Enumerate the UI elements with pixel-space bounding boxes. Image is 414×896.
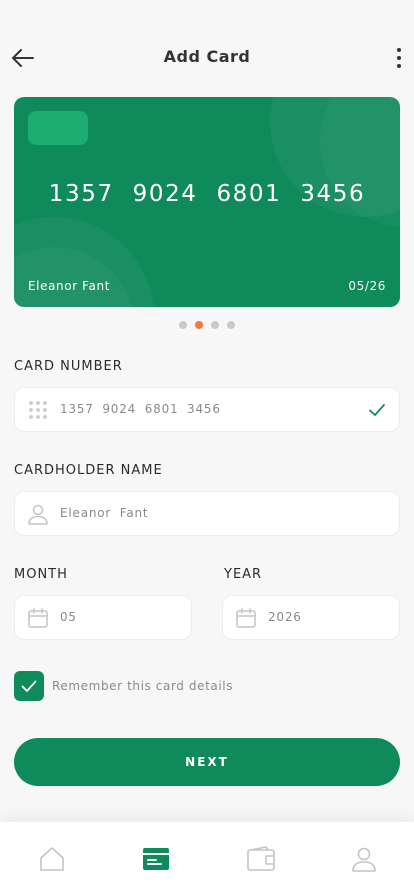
more-dot-icon: [397, 64, 401, 68]
year-label: YEAR: [224, 567, 263, 582]
more-dot-icon: [397, 48, 401, 52]
user-icon: [28, 504, 48, 525]
page-title: Add Card: [163, 47, 251, 66]
checkmark-icon: [369, 404, 385, 416]
card-number-value: 1357 9024 6801 3456: [60, 402, 221, 416]
user-icon: [352, 847, 376, 872]
card-pagination: [0, 321, 414, 329]
tab-wallet[interactable]: [246, 844, 276, 874]
bottom-tab-bar: [0, 822, 414, 896]
card-number-field[interactable]: 1357 9024 6801 3456: [14, 387, 400, 432]
tab-home[interactable]: [37, 844, 67, 874]
cardholder-label: CARDHOLDER NAME: [14, 463, 163, 478]
more-options-button[interactable]: [392, 45, 406, 71]
card-icon: [143, 848, 169, 870]
pagination-dot[interactable]: [227, 321, 235, 329]
checkmark-icon: [21, 680, 37, 692]
calendar-icon: [28, 608, 48, 628]
remember-label: Remember this card details: [52, 679, 234, 693]
month-label: MONTH: [14, 567, 68, 582]
month-value: 05: [60, 610, 77, 624]
more-dot-icon: [397, 56, 401, 60]
cardholder-value: Eleanor Fant: [60, 506, 149, 520]
cardholder-field[interactable]: Eleanor Fant: [14, 491, 400, 536]
year-value: 2026: [268, 610, 302, 624]
card-number-label: CARD NUMBER: [14, 359, 123, 374]
card-preview-number: 1357 9024 6801 3456: [48, 181, 366, 207]
year-field[interactable]: 2026: [222, 595, 400, 640]
wallet-icon: [247, 846, 275, 871]
tab-profile[interactable]: [349, 844, 379, 874]
tab-cards[interactable]: [141, 844, 171, 874]
card-chip: [28, 111, 88, 145]
card-preview-holder: Eleanor Fant: [28, 279, 111, 293]
pagination-dot[interactable]: [211, 321, 219, 329]
card-preview-expiry: 05/26: [348, 279, 386, 293]
remember-checkbox[interactable]: [14, 671, 44, 701]
keypad-icon: [29, 401, 47, 419]
card-preview: 1357 9024 6801 3456 Eleanor Fant 05/26: [14, 97, 400, 307]
next-button[interactable]: NEXT: [14, 738, 400, 786]
calendar-icon: [236, 608, 256, 628]
pagination-dot-active[interactable]: [195, 321, 203, 329]
month-field[interactable]: 05: [14, 595, 192, 640]
pagination-dot[interactable]: [179, 321, 187, 329]
home-icon: [40, 847, 64, 871]
remember-card-toggle[interactable]: Remember this card details: [14, 671, 233, 701]
